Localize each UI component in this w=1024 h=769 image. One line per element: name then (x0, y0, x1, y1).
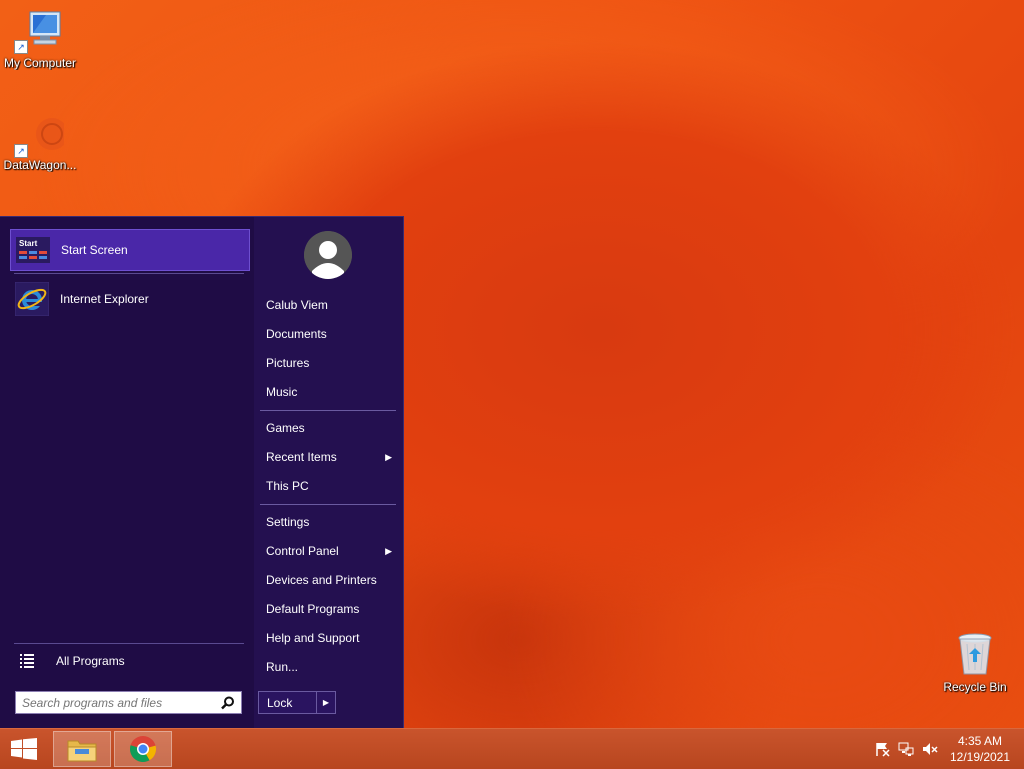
desktop-icon-label: My Computer (3, 56, 77, 70)
start-screen-icon-text: Start (19, 239, 38, 248)
pinned-item-label: Start Screen (61, 243, 128, 257)
search-box[interactable] (15, 691, 242, 714)
chrome-icon (130, 736, 157, 763)
start-menu-right-pane: Calub Viem Documents Pictures Music Game… (254, 217, 403, 729)
shortcut-arrow-icon: ↗ (14, 144, 28, 158)
submenu-arrow-icon: ▶ (385, 546, 392, 556)
desktop-icon-my-computer[interactable]: ↗ My Computer (0, 8, 80, 70)
menu-item-pictures[interactable]: Pictures (260, 352, 396, 374)
taskbar-chrome[interactable] (114, 731, 172, 767)
network-icon[interactable] (898, 741, 914, 757)
list-icon (20, 654, 34, 668)
pinned-separator (14, 273, 244, 274)
menu-item-music[interactable]: Music (260, 381, 396, 403)
shortcut-arrow-icon: ↗ (14, 40, 28, 54)
menu-item-devices-and-printers[interactable]: Devices and Printers (260, 569, 396, 591)
menu-item-documents[interactable]: Documents (260, 323, 396, 345)
pinned-item-start-screen[interactable]: Start Start Screen (10, 229, 250, 271)
pinned-item-label: Internet Explorer (60, 292, 149, 306)
lock-options-arrow-icon[interactable]: ▶ (316, 692, 335, 713)
start-menu-left-pane: Start Start Screen Internet Explorer All… (0, 217, 254, 729)
desktop-icon-recycle-bin[interactable]: Recycle Bin (935, 630, 1015, 694)
menu-item-recent-items[interactable]: Recent Items ▶ (260, 446, 396, 468)
submenu-arrow-icon: ▶ (385, 452, 392, 462)
desktop-icon-datawagon[interactable]: ↗ DataWagon... (0, 112, 80, 172)
start-button[interactable] (0, 729, 48, 769)
menu-item-help-and-support[interactable]: Help and Support (260, 627, 396, 649)
clock-time: 4:35 AM (957, 734, 1003, 748)
internet-explorer-icon (14, 281, 50, 317)
action-center-flag-icon[interactable] (874, 741, 890, 757)
search-icon[interactable] (221, 696, 235, 710)
lock-button[interactable]: Lock ▶ (258, 691, 336, 714)
lock-label: Lock (267, 695, 293, 710)
menu-item-settings[interactable]: Settings (260, 511, 396, 533)
desktop-icon-label: Recycle Bin (943, 680, 1007, 694)
taskbar-file-explorer[interactable] (53, 731, 111, 767)
menu-item-label: Control Panel (266, 544, 339, 558)
all-programs-button[interactable]: All Programs (10, 649, 250, 673)
menu-separator (260, 504, 396, 505)
menu-item-run[interactable]: Run... (260, 656, 396, 678)
taskbar: 4:35 AM 12/19/2021 (0, 728, 1024, 769)
recycle-bin-icon (958, 633, 992, 675)
menu-separator (260, 410, 396, 411)
user-avatar-icon (304, 231, 352, 279)
windows-start-icon (11, 738, 37, 760)
pinned-item-internet-explorer[interactable]: Internet Explorer (10, 278, 250, 320)
start-screen-icon: Start (15, 232, 51, 268)
menu-item-default-programs[interactable]: Default Programs (260, 598, 396, 620)
file-explorer-icon (67, 740, 97, 762)
desktop-icon-label: DataWagon... (3, 158, 77, 172)
volume-muted-icon[interactable] (922, 741, 938, 757)
menu-item-label: Recent Items (266, 450, 337, 464)
taskbar-clock[interactable]: 4:35 AM 12/19/2021 (940, 733, 1020, 765)
menu-item-games[interactable]: Games (260, 417, 396, 439)
menu-item-this-pc[interactable]: This PC (260, 475, 396, 497)
menu-item-control-panel[interactable]: Control Panel ▶ (260, 540, 396, 562)
clock-date: 12/19/2021 (949, 750, 1011, 764)
all-programs-label: All Programs (56, 654, 125, 668)
all-programs-separator (14, 643, 244, 644)
user-avatar[interactable] (304, 231, 352, 279)
search-input[interactable] (16, 695, 221, 710)
menu-item-user-name[interactable]: Calub Viem (260, 294, 396, 316)
start-menu: Start Start Screen Internet Explorer All… (0, 216, 404, 729)
